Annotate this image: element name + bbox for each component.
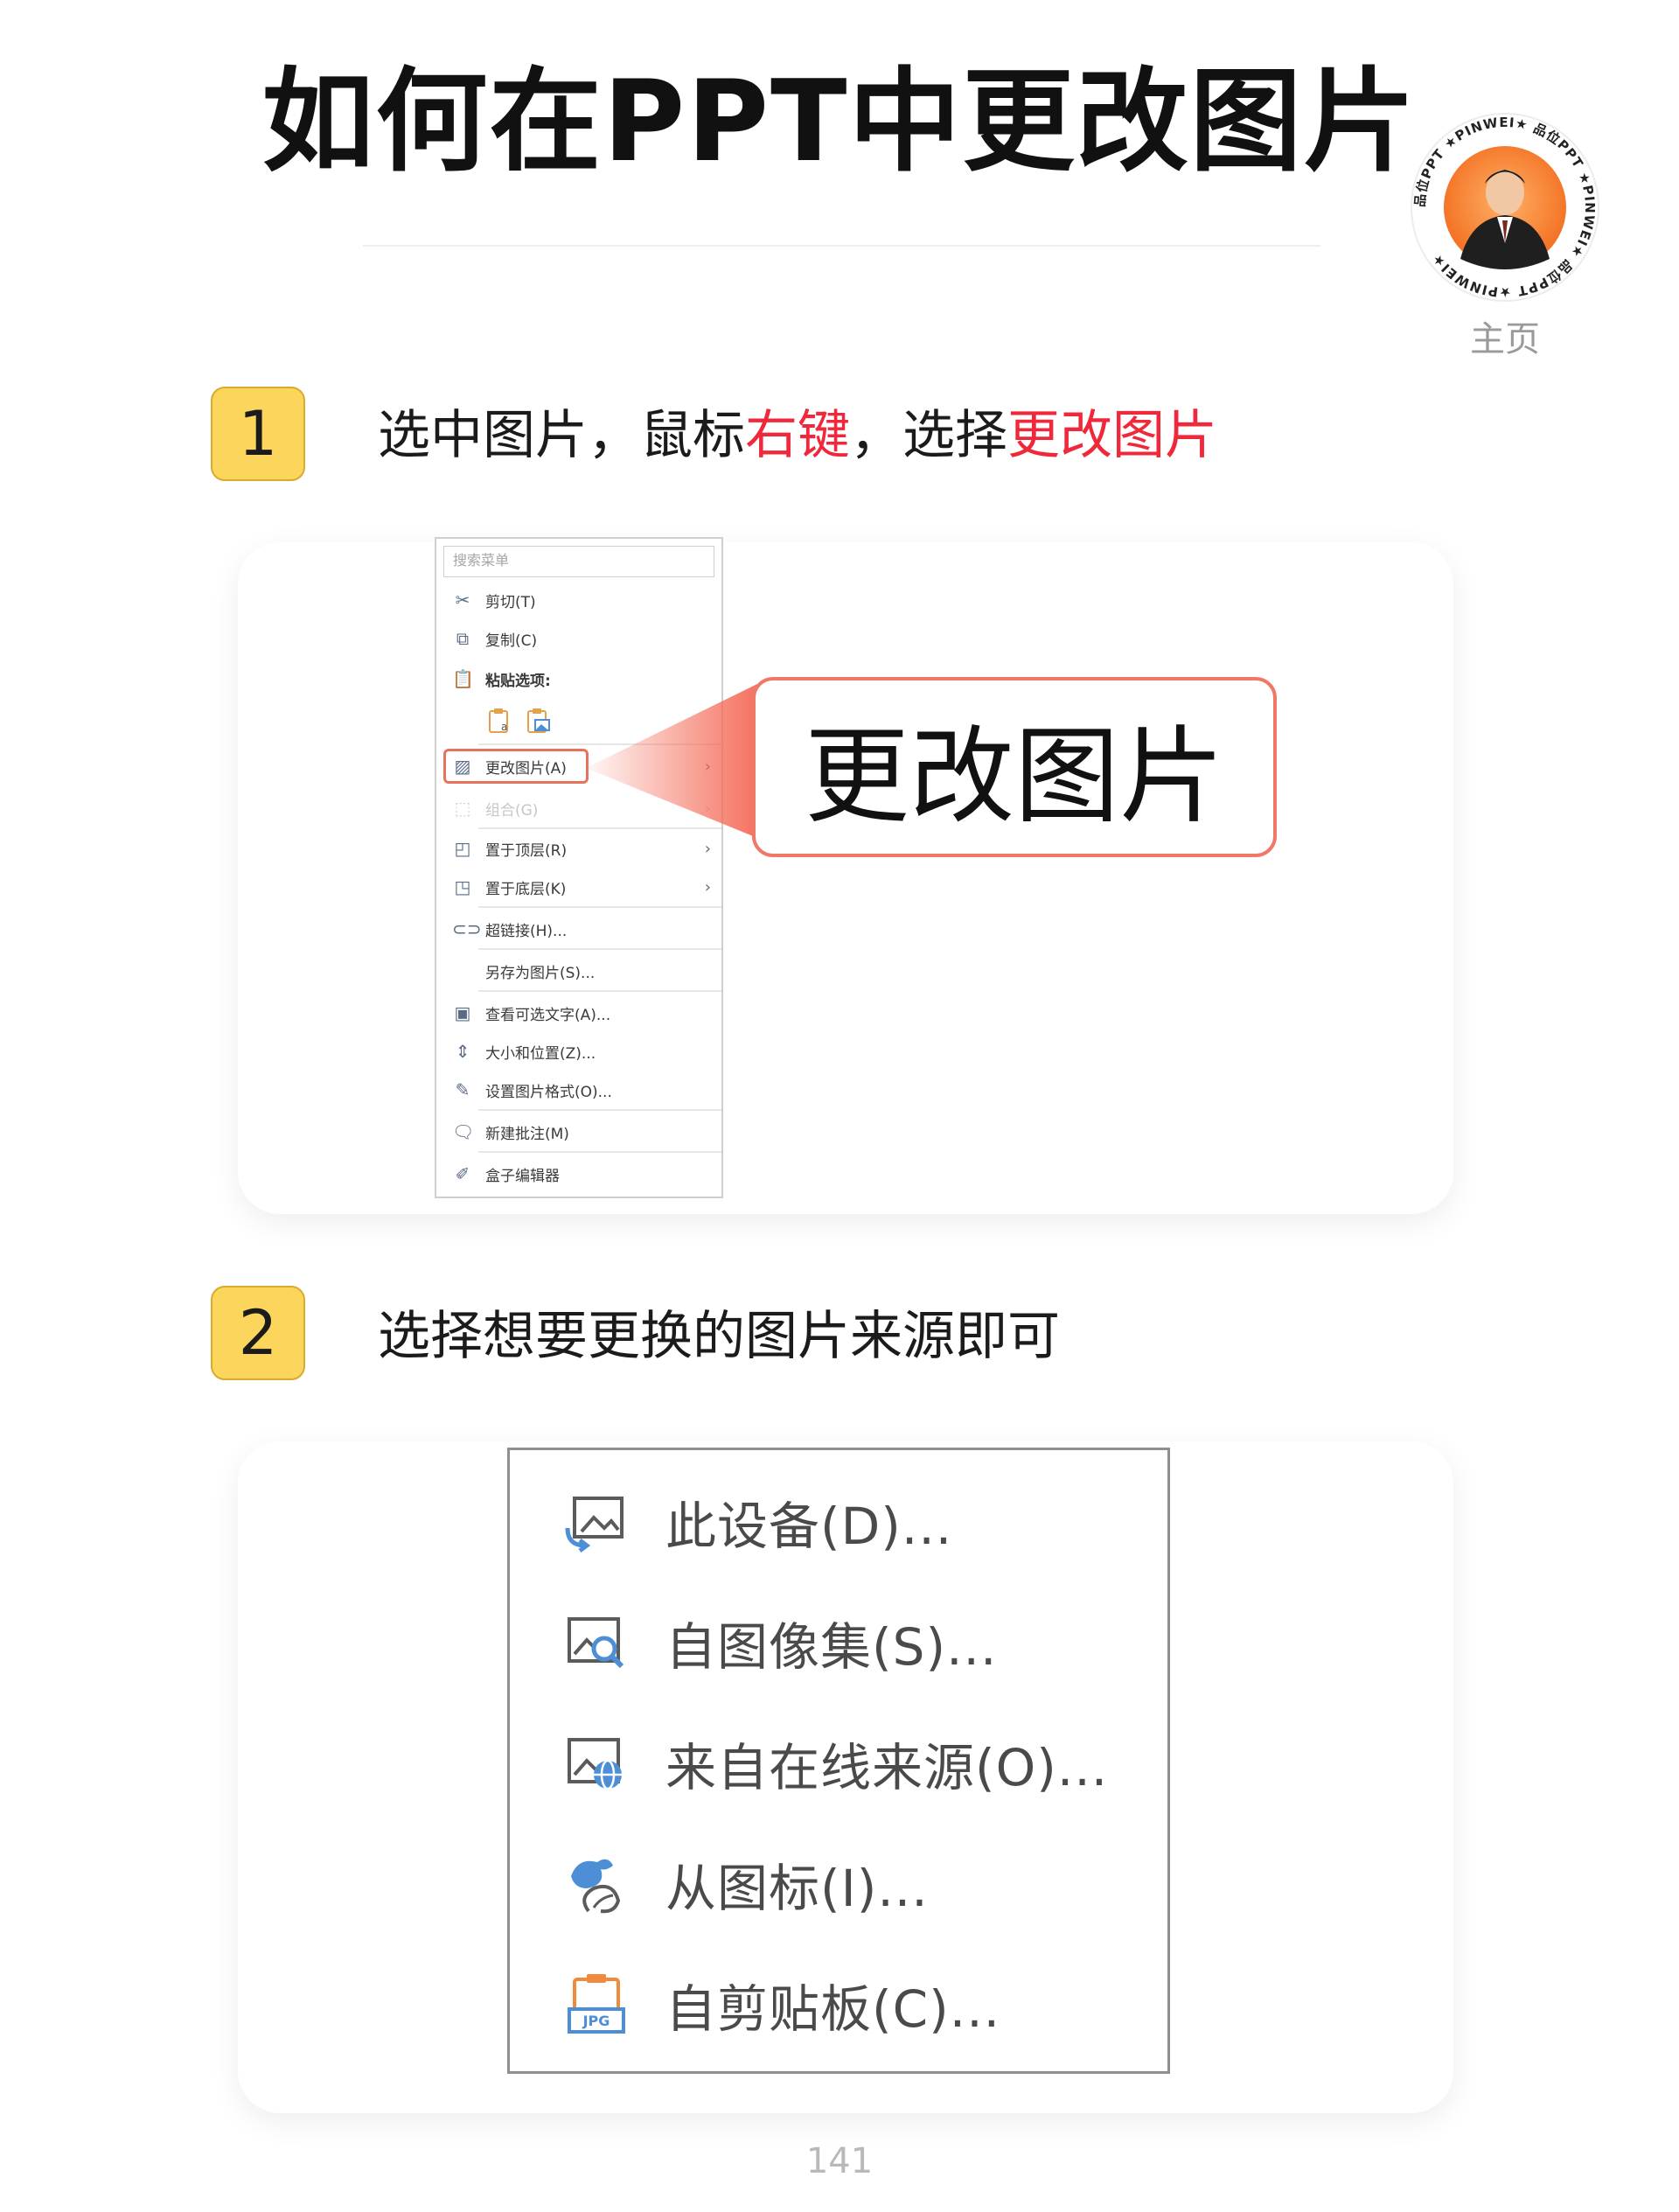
menu-item-label: 复制(C) bbox=[485, 632, 538, 650]
step-2-badge: 2 bbox=[211, 1286, 305, 1380]
menu-item-box-editor[interactable]: ✐ 盒子编辑器 bbox=[436, 1158, 721, 1190]
online-image-icon bbox=[568, 1738, 622, 1790]
menu-divider bbox=[478, 1151, 721, 1153]
author-avatar: 品位PPT ★PINWEI★ 品位PPT ★PINWEI★ 品位PPT ★PIN… bbox=[1411, 113, 1599, 302]
scissors-icon: ✂ bbox=[455, 590, 470, 611]
home-link[interactable]: 主页 bbox=[1410, 311, 1600, 361]
menu-item-copy[interactable]: ⧉ 复制(C) bbox=[436, 623, 721, 654]
menu-item-label: 组合(G) bbox=[485, 801, 539, 820]
comment-icon: 🗨 bbox=[452, 1121, 475, 1142]
menu-item-size-position[interactable]: ⇕ 大小和位置(Z)... bbox=[436, 1036, 721, 1067]
paste-icon: 📋 bbox=[452, 668, 474, 689]
source-item-label: 自剪贴板(C)... bbox=[665, 1979, 1001, 2039]
svg-text:JPG: JPG bbox=[582, 2013, 610, 2029]
change-picture-callout: 更改图片 bbox=[752, 677, 1277, 857]
source-item-online[interactable]: 来自在线来源(O)... bbox=[562, 1720, 1108, 1807]
author-badge[interactable]: 品位PPT ★PINWEI★ 品位PPT ★PINWEI★ 品位PPT ★PIN… bbox=[1410, 112, 1600, 303]
menu-item-label: 另存为图片(S)... bbox=[485, 964, 596, 982]
icon-shapes-icon bbox=[571, 1859, 621, 1914]
format-picture-icon: ✎ bbox=[455, 1079, 470, 1100]
picture-source-menu: 此设备(D)... 自图像集(S)... 来自在线来源(O)... 从图标(I)… bbox=[507, 1448, 1170, 2074]
menu-item-label: 剪切(T) bbox=[485, 593, 536, 611]
edit-icon: ✐ bbox=[455, 1163, 470, 1184]
menu-item-label: 超链接(H)... bbox=[485, 922, 568, 940]
device-image-icon bbox=[565, 1497, 624, 1553]
menu-item-save-as-picture[interactable]: 另存为图片(S)... bbox=[436, 955, 721, 987]
menu-item-label: 设置图片格式(O)... bbox=[485, 1083, 612, 1101]
step-1-badge: 1 bbox=[211, 387, 305, 481]
menu-item-label: 置于顶层(R) bbox=[485, 841, 568, 860]
menu-item-label: 查看可选文字(A)... bbox=[485, 1006, 611, 1024]
paste-keep-text-icon[interactable]: a bbox=[485, 706, 515, 736]
menu-item-format-picture[interactable]: ✎ 设置图片格式(O)... bbox=[436, 1074, 721, 1106]
menu-item-send-back[interactable]: ◳ 置于底层(K) › bbox=[436, 871, 721, 903]
copy-icon: ⧉ bbox=[456, 628, 470, 649]
size-position-icon: ⇕ bbox=[455, 1041, 470, 1062]
menu-divider bbox=[478, 906, 721, 908]
menu-item-label: 置于底层(K) bbox=[485, 880, 567, 898]
step-2-text: 选择想要更换的图片来源即可 bbox=[378, 1306, 1060, 1367]
page-number: 141 bbox=[805, 2141, 874, 2181]
source-item-label: 从图标(I)... bbox=[665, 1859, 929, 1918]
step-1-highlight-right-click: 右键 bbox=[745, 405, 850, 466]
send-back-icon: ◳ bbox=[454, 876, 471, 897]
step-1-text-part: 选中图片，鼠标 bbox=[378, 405, 745, 466]
menu-item-hyperlink[interactable]: ⊂⊃ 超链接(H)... bbox=[436, 913, 721, 945]
link-icon: ⊂⊃ bbox=[452, 918, 482, 939]
source-item-label: 此设备(D)... bbox=[665, 1497, 953, 1556]
paste-picture-icon[interactable] bbox=[524, 706, 554, 736]
menu-item-cut[interactable]: ✂ 剪切(T) bbox=[436, 584, 721, 616]
clipboard-jpg-icon: JPG bbox=[568, 1974, 625, 2034]
callout-beam bbox=[586, 684, 757, 838]
source-item-this-device[interactable]: 此设备(D)... bbox=[562, 1478, 952, 1566]
step-1-text-part: ，选择 bbox=[850, 405, 1007, 466]
menu-divider bbox=[478, 1109, 721, 1111]
menu-item-label: 大小和位置(Z)... bbox=[485, 1044, 596, 1063]
menu-item-label: 粘贴选项: bbox=[485, 672, 551, 690]
bring-front-icon: ◰ bbox=[454, 838, 471, 859]
menu-item-new-comment[interactable]: 🗨 新建批注(M) bbox=[436, 1116, 721, 1148]
menu-divider bbox=[478, 948, 721, 950]
group-icon: ⬚ bbox=[454, 798, 471, 819]
menu-search-input[interactable]: 搜索菜单 bbox=[443, 546, 714, 577]
source-item-label: 来自在线来源(O)... bbox=[665, 1738, 1109, 1797]
menu-item-label: 新建批注(M) bbox=[485, 1125, 569, 1143]
menu-item-alt-text[interactable]: ▣ 查看可选文字(A)... bbox=[436, 997, 721, 1029]
context-menu: 搜索菜单 ✂ 剪切(T) ⧉ 复制(C) 📋 粘贴选项: a ▨ 更改图片(A)… bbox=[435, 537, 723, 1198]
title-divider bbox=[363, 245, 1320, 247]
step-1-card bbox=[238, 542, 1453, 1214]
alt-text-icon: ▣ bbox=[454, 1002, 471, 1023]
source-item-image-set[interactable]: 自图像集(S)... bbox=[562, 1599, 997, 1686]
svg-text:a: a bbox=[501, 721, 507, 733]
source-item-icons[interactable]: 从图标(I)... bbox=[562, 1840, 929, 1928]
image-search-icon bbox=[568, 1617, 624, 1669]
menu-item-label: 盒子编辑器 bbox=[485, 1167, 560, 1185]
menu-divider bbox=[478, 990, 721, 992]
source-item-clipboard[interactable]: JPG 自剪贴板(C)... bbox=[562, 1961, 1000, 2048]
step-1-text: 选中图片，鼠标右键，选择更改图片 bbox=[378, 401, 1217, 471]
step-1-highlight-change-picture: 更改图片 bbox=[1007, 405, 1217, 466]
chevron-right-icon: › bbox=[704, 877, 711, 897]
change-picture-highlight bbox=[443, 749, 589, 784]
source-item-label: 自图像集(S)... bbox=[665, 1617, 998, 1677]
